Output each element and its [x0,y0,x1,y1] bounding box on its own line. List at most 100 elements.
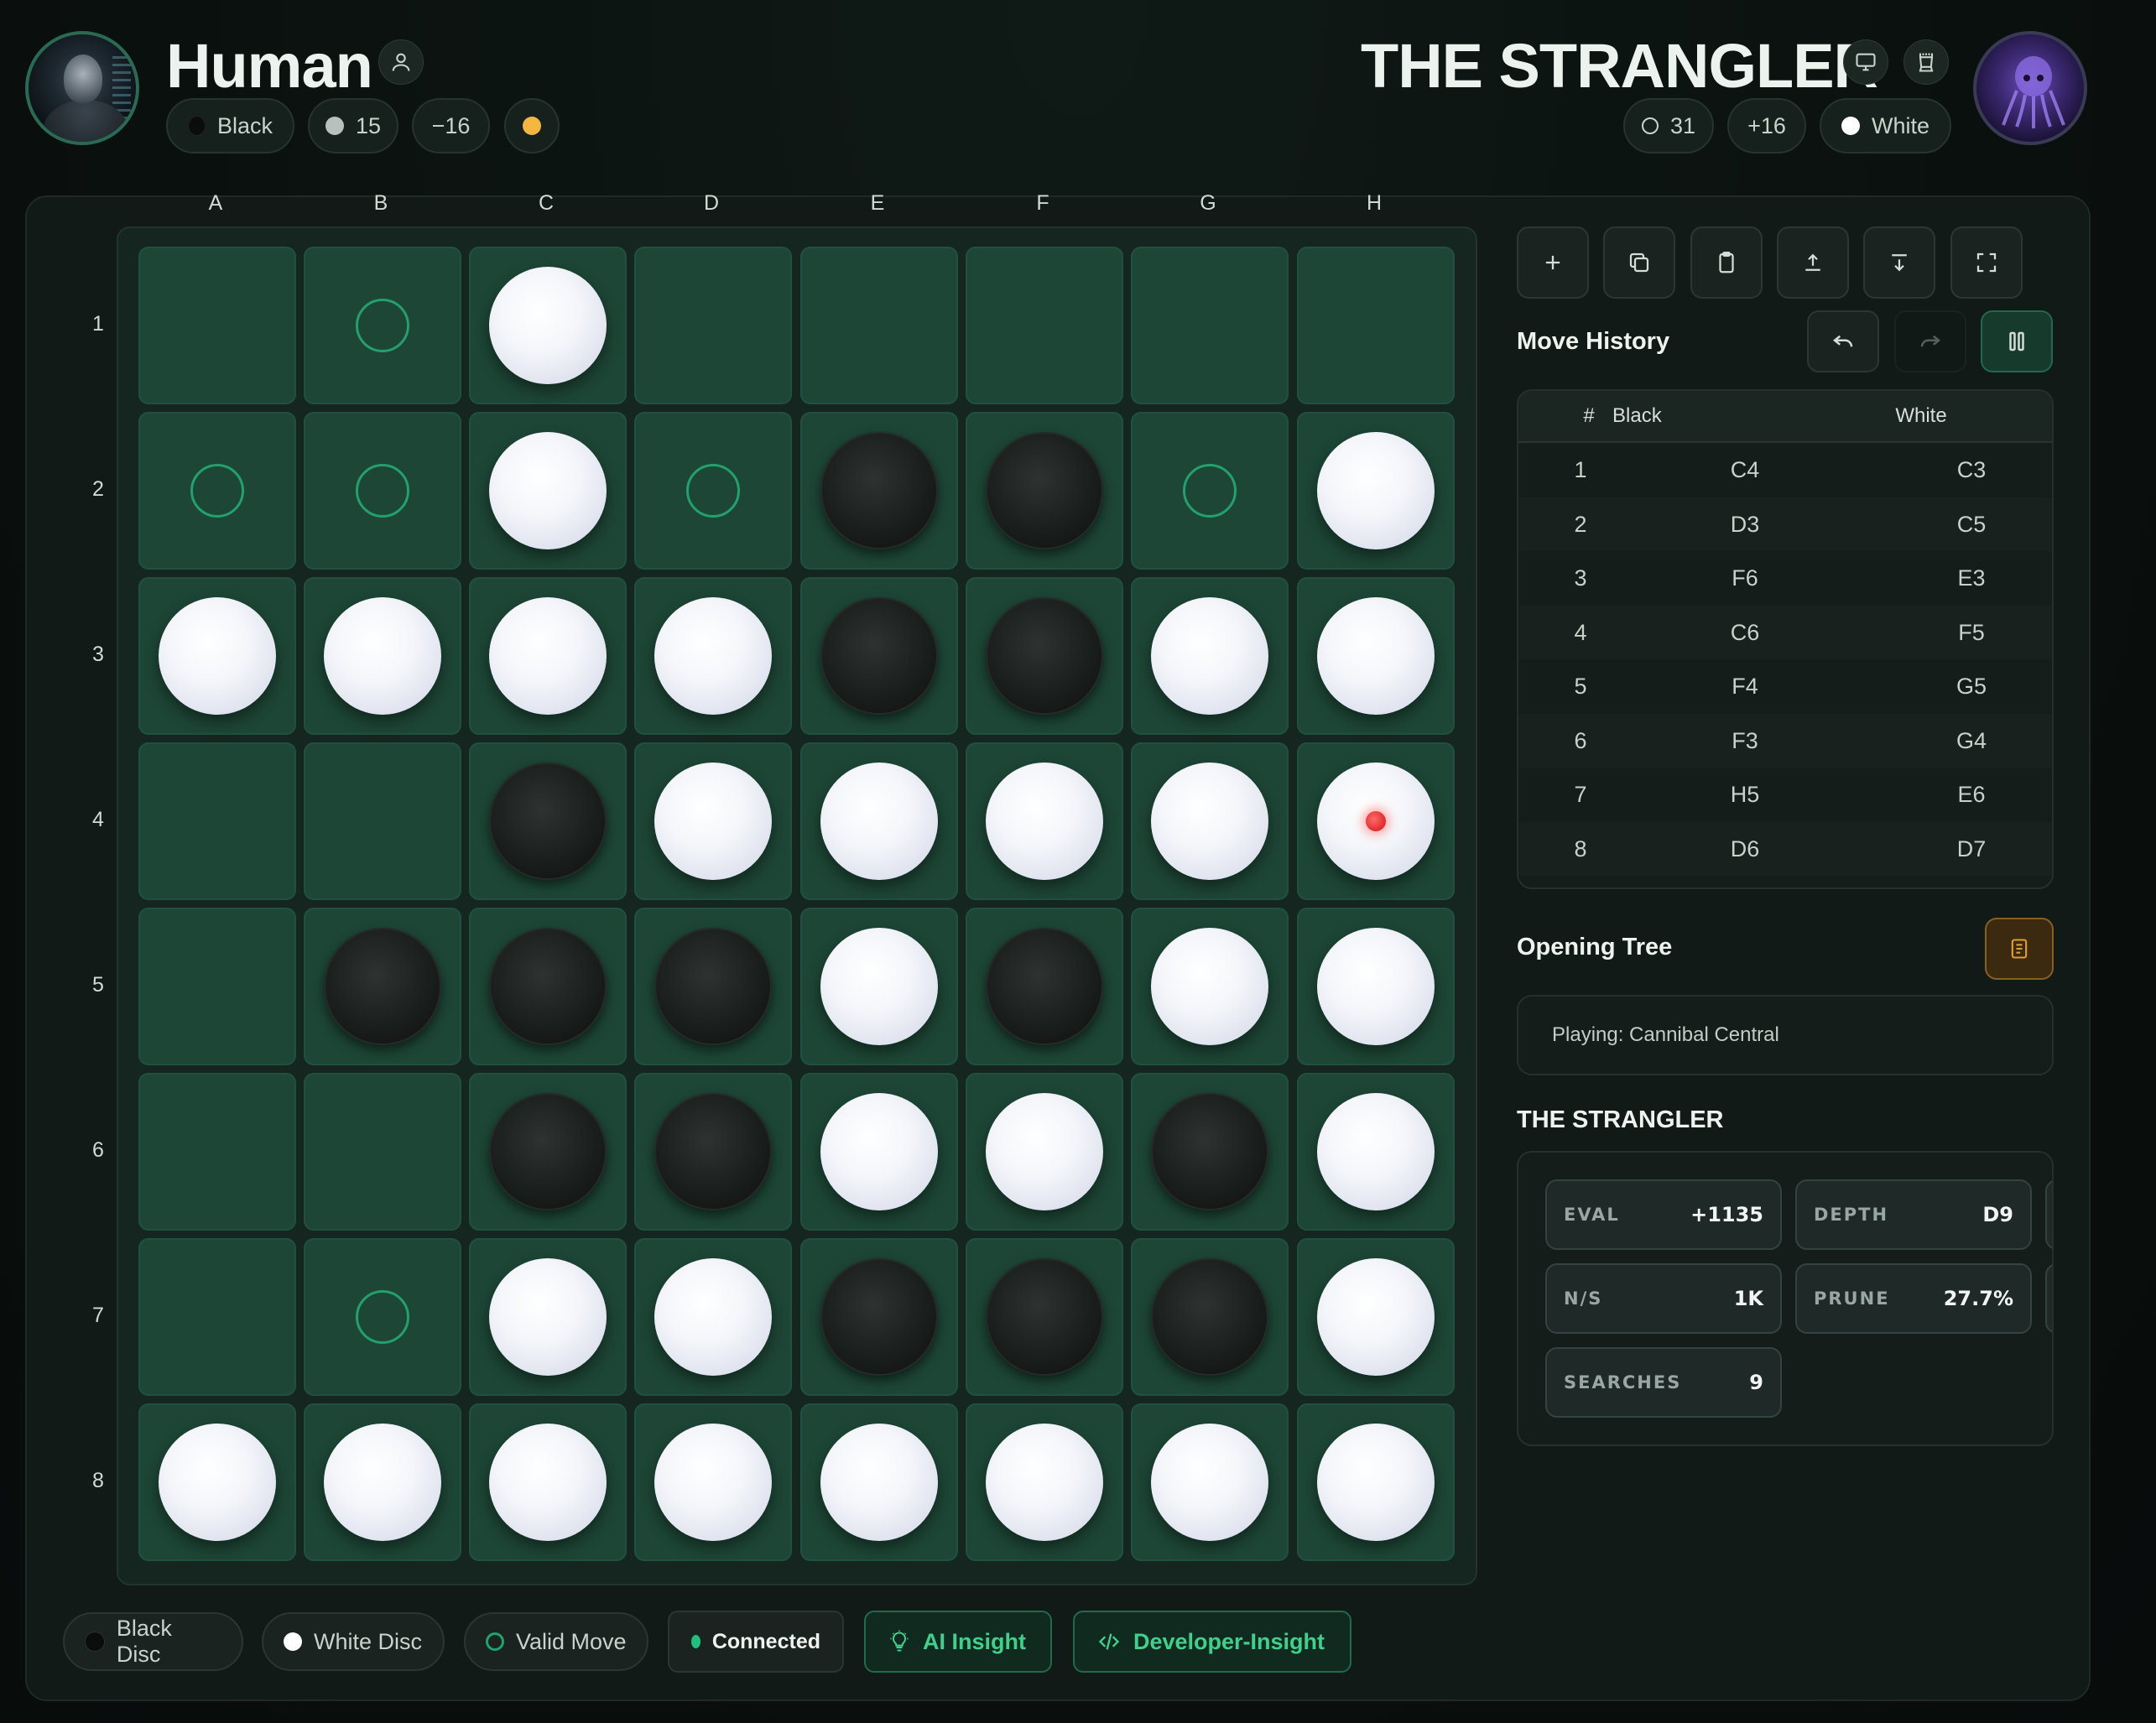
board-cell-e6 [800,1073,958,1231]
white-disc-icon [284,1632,302,1651]
ai-color-label: White [1871,112,1929,138]
history-row[interactable]: 3 F6 E3 [1518,551,2052,605]
white-disc [1317,1093,1435,1210]
legend-valid-move: Valid Move [464,1612,648,1671]
download-icon [1892,254,1907,272]
fullscreen-button[interactable] [1950,226,2023,299]
history-row[interactable]: 8 D6 D7 [1518,821,2052,876]
redo-button[interactable] [1894,310,1966,372]
disc-count-icon [325,117,344,135]
legend-white-disc-label: White Disc [314,1628,423,1654]
monitor-icon[interactable] [1843,39,1888,85]
row-label-3: 3 [92,643,104,666]
board-cell-e4 [800,742,958,900]
board-cell-g6 [1131,1073,1289,1231]
history-row[interactable]: 5 F4 G5 [1518,659,2052,713]
ai-color-badge: White [1820,98,1951,154]
history-row[interactable]: 6 F3 G4 [1518,713,2052,768]
legend-valid-move-label: Valid Move [516,1628,627,1654]
plus-icon [1545,255,1560,270]
human-color-badge: Black [166,98,294,154]
board-cell-b6 [304,1073,461,1231]
board-cell-g2[interactable] [1131,412,1289,570]
board-cell-c6 [469,1073,627,1231]
white-move: D7 [1956,835,1987,862]
black-disc [489,763,607,880]
board-cell-b2[interactable] [304,412,461,570]
history-row[interactable]: 2 D3 C5 [1518,497,2052,551]
board-cell-c2 [469,412,627,570]
connection-status: Connected [668,1611,844,1673]
valid-move-marker[interactable] [356,464,409,518]
valid-move-marker[interactable] [1183,464,1237,518]
white-move: C5 [1956,511,1987,537]
white-disc [489,267,607,384]
black-disc [820,1258,938,1376]
board-cell-a2[interactable] [138,412,296,570]
new-game-button[interactable] [1517,226,1589,299]
board-cell-f1 [966,247,1123,404]
board-cell-f5 [966,908,1123,1065]
history-row[interactable]: 7 H5 E6 [1518,768,2052,821]
export-button[interactable] [1777,226,1849,299]
column-label-h: H [1366,191,1383,215]
valid-move-marker[interactable] [686,464,740,518]
engine-stat-depth: DEPTH D9 [1795,1179,2032,1250]
white-disc [489,1424,607,1541]
history-row[interactable]: 4 C6 F5 [1518,605,2052,659]
white-disc-icon [1841,117,1860,135]
clipboard-icon [1719,252,1734,273]
board-cell-e2 [800,412,958,570]
black-disc [986,597,1103,715]
paste-button[interactable] [1690,226,1763,299]
board-cell-d2[interactable] [634,412,792,570]
valid-move-marker[interactable] [356,1290,409,1344]
pause-button[interactable] [1981,310,2053,372]
stat-value: 1K [1733,1287,1763,1310]
pause-icon [2009,331,2024,351]
black-move: D3 [1730,511,1760,537]
white-disc [159,1424,276,1541]
board-cell-g4 [1131,742,1289,900]
engine-stat-eval: EVAL +1135 [1545,1179,1782,1250]
white-disc [986,1424,1103,1541]
white-disc [654,763,772,880]
turn-indicator [504,98,560,154]
black-disc [820,432,938,549]
legend-black-disc-label: Black Disc [116,1616,172,1667]
opening-book-button[interactable] [1985,918,2054,980]
valid-move-marker[interactable] [356,299,409,352]
black-move: D6 [1730,835,1760,862]
ai-disc-count: 31 [1623,98,1714,154]
human-disc-count: 15 [308,98,398,154]
header-white: White [1895,404,1947,427]
black-move: F6 [1732,565,1758,591]
undo-button[interactable] [1807,310,1879,372]
row-label-2: 2 [92,477,104,501]
board-cell-d3 [634,577,792,735]
board-cell-d7 [634,1238,792,1396]
black-disc [986,432,1103,549]
board-cell-c7 [469,1238,627,1396]
board-cell-b7[interactable] [304,1238,461,1396]
user-icon[interactable] [378,39,424,85]
board-cell-b1[interactable] [304,247,461,404]
column-label-c: C [538,191,555,215]
white-disc [820,928,938,1045]
import-button[interactable] [1863,226,1935,299]
board-cell-d1 [634,247,792,404]
book-icon [2011,939,2028,959]
row-label-1: 1 [92,312,104,336]
stat-label: DEPTH [1814,1205,1889,1225]
board-cell-a7 [138,1238,296,1396]
chess-rook-icon[interactable] [1903,39,1949,85]
board-cell-b3 [304,577,461,735]
valid-move-marker[interactable] [190,464,244,518]
copy-button[interactable] [1603,226,1675,299]
black-move: F3 [1732,727,1758,753]
history-row[interactable]: 1 C4 C3 [1518,443,2052,497]
ai-disc-count-value: 31 [1669,112,1696,138]
developer-insight-button[interactable]: Developer-Insight [1073,1611,1351,1673]
black-disc [489,928,607,1045]
ai-insight-button[interactable]: AI Insight [864,1611,1052,1673]
